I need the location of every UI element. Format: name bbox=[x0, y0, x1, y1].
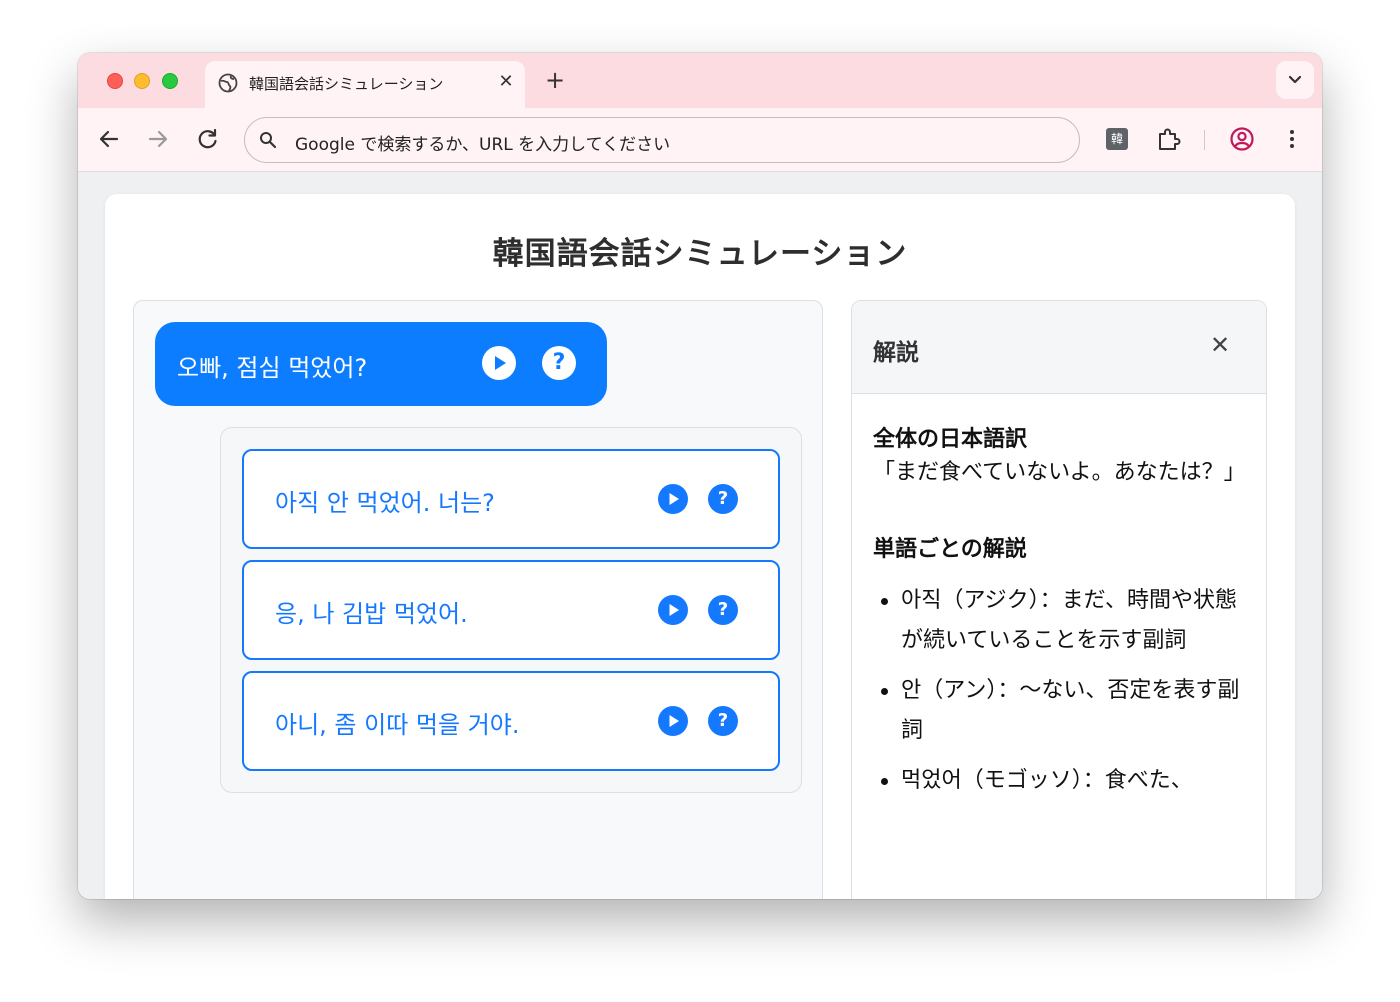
translation-heading: 全体の日本語訳 bbox=[873, 427, 1028, 452]
answer-option-text: 아니, 좀 이따 먹을 거야. bbox=[275, 711, 520, 739]
tab-active[interactable]: 韓国語会話シミュレーション ✕ bbox=[205, 61, 525, 108]
answer-option-text: 아직 안 먹었어. 너는? bbox=[275, 489, 495, 517]
play-icon bbox=[669, 715, 679, 727]
word-item: 먹었어（モゴッソ）：食べた、 bbox=[873, 761, 1249, 801]
prompt-help-button[interactable]: ? bbox=[542, 346, 576, 380]
answer-option-2[interactable]: 응, 나 김밥 먹었어. ? bbox=[242, 560, 780, 660]
prompt-text: 오빠, 점심 먹었어? bbox=[177, 354, 368, 382]
option-play-button[interactable] bbox=[658, 706, 688, 736]
tab-title: 韓国語会話シミュレーション bbox=[249, 75, 444, 93]
forward-arrow-icon[interactable] bbox=[143, 124, 173, 154]
page-title: 韓国語会話シミュレーション bbox=[492, 236, 908, 272]
browser-toolbar: Google で検索するか、URL を入力してください 韓 bbox=[78, 108, 1322, 172]
option-play-button[interactable] bbox=[658, 595, 688, 625]
browser-window: 韓国語会話シミュレーション ✕ + Google で検索するか、URL を入力し… bbox=[78, 53, 1322, 899]
more-options-icon[interactable] bbox=[1279, 126, 1305, 152]
close-icon[interactable]: ✕ bbox=[1208, 333, 1232, 357]
close-tab-icon[interactable]: ✕ bbox=[495, 71, 517, 93]
prompt-bubble: 오빠, 점심 먹었어? ? bbox=[155, 322, 607, 406]
word-item: 안（アン）：〜ない、否定を表す副詞 bbox=[873, 671, 1249, 751]
extensions-puzzle-icon[interactable] bbox=[1155, 126, 1181, 152]
option-help-button[interactable]: ? bbox=[708, 595, 738, 625]
word-item: 아직（アジク）：まだ、時間や状態が続いていることを示す副詞 bbox=[873, 581, 1249, 661]
answer-option-text: 응, 나 김밥 먹었어. bbox=[275, 600, 468, 628]
option-help-button[interactable]: ? bbox=[708, 706, 738, 736]
toolbar-divider bbox=[1204, 130, 1205, 150]
translation-text: 「まだ食べていないよ。あなたは？」 bbox=[873, 460, 1246, 485]
address-bar[interactable]: Google で検索するか、URL を入力してください bbox=[244, 117, 1080, 163]
close-window-button[interactable] bbox=[107, 73, 123, 89]
answer-options: 아직 안 먹었어. 너는? ? 응, 나 김밥 먹었어. ? 아니, 좀 이따 … bbox=[220, 427, 802, 793]
app-card: 韓国語会話シミュレーション 오빠, 점심 먹었어? ? 아직 안 먹었어. 너는… bbox=[105, 194, 1295, 899]
korean-extension-icon[interactable]: 韓 bbox=[1106, 128, 1128, 150]
play-icon bbox=[669, 493, 679, 505]
answer-option-1[interactable]: 아직 안 먹었어. 너는? ? bbox=[242, 449, 780, 549]
new-tab-button[interactable]: + bbox=[542, 67, 568, 93]
globe-icon bbox=[218, 73, 238, 93]
word-list: 아직（アジク）：まだ、時間や状態が続いていることを示す副詞 안（アン）：〜ない、… bbox=[873, 581, 1249, 801]
chevron-down-icon bbox=[1288, 75, 1302, 84]
search-icon bbox=[260, 132, 277, 149]
explanation-header: 解説 ✕ bbox=[852, 301, 1266, 394]
words-heading: 単語ごとの解説 bbox=[873, 537, 1027, 562]
explanation-panel: 解説 ✕ 全体の日本語訳 「まだ食べていないよ。あなたは？」 単語ごとの解説 아… bbox=[851, 300, 1267, 899]
tab-search-button[interactable] bbox=[1276, 61, 1314, 99]
page-viewport: 韓国語会話シミュレーション 오빠, 점심 먹었어? ? 아직 안 먹었어. 너는… bbox=[78, 173, 1322, 899]
back-arrow-icon[interactable] bbox=[94, 124, 124, 154]
explanation-body: 全体の日本語訳 「まだ食べていないよ。あなたは？」 単語ごとの解説 아직（アジク… bbox=[873, 421, 1249, 811]
profile-avatar-icon[interactable] bbox=[1229, 126, 1255, 152]
tab-bar: 韓国語会話シミュレーション ✕ + bbox=[78, 53, 1322, 108]
address-bar-placeholder: Google で検索するか、URL を入力してください bbox=[295, 135, 671, 155]
chat-area: 오빠, 점심 먹었어? ? 아직 안 먹었어. 너는? ? 응, 나 김밥 먹었… bbox=[133, 300, 823, 899]
answer-option-3[interactable]: 아니, 좀 이따 먹을 거야. ? bbox=[242, 671, 780, 771]
option-help-button[interactable]: ? bbox=[708, 484, 738, 514]
minimize-window-button[interactable] bbox=[134, 73, 150, 89]
option-play-button[interactable] bbox=[658, 484, 688, 514]
play-icon bbox=[669, 604, 679, 616]
maximize-window-button[interactable] bbox=[162, 73, 178, 89]
prompt-play-button[interactable] bbox=[482, 346, 516, 380]
play-icon bbox=[495, 356, 506, 370]
explanation-title: 解説 bbox=[873, 340, 919, 366]
reload-icon[interactable] bbox=[193, 124, 223, 154]
